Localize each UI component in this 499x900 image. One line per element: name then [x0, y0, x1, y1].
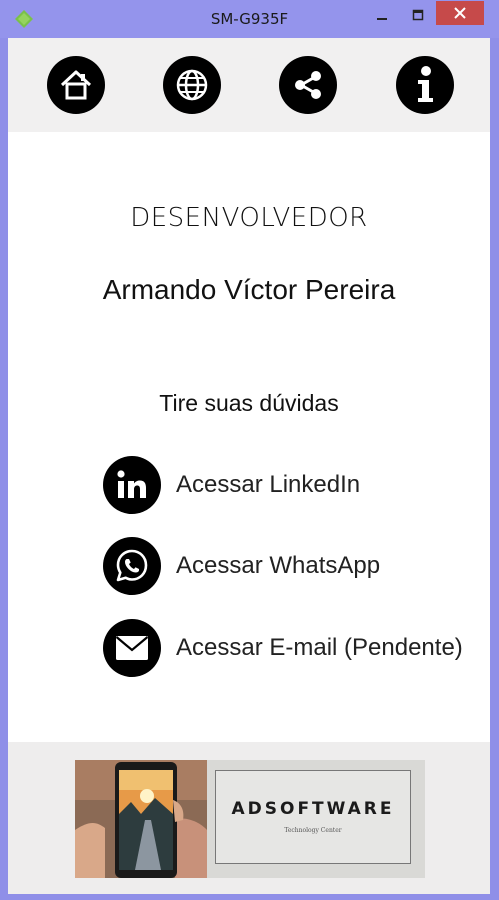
maximize-button[interactable] [402, 4, 434, 26]
close-icon [454, 7, 466, 19]
brand-name: ADSOFTWARE [231, 799, 395, 819]
contact-heading: Tire suas dúvidas [159, 390, 339, 416]
linkedin-icon [117, 470, 146, 498]
share-icon [295, 71, 321, 99]
phone-photo [75, 760, 207, 878]
footer-area: ADSOFTWARE Technology Center [8, 742, 490, 894]
linkedin-icon-badge [103, 456, 161, 514]
top-navigation [8, 38, 490, 132]
adsoftware-banner[interactable]: ADSOFTWARE Technology Center [75, 760, 425, 878]
minimize-button[interactable] [366, 4, 398, 26]
app-window: SM-G935F DESENVOLVEDOR Armando Víctor Pe… [0, 0, 499, 900]
globe-icon [176, 69, 208, 101]
info-button[interactable] [396, 56, 454, 114]
email-link[interactable]: Acessar E-mail (Pendente) [103, 618, 463, 678]
email-icon [115, 636, 149, 660]
close-button[interactable] [436, 1, 484, 25]
home-button[interactable] [47, 56, 105, 114]
email-icon-badge [103, 619, 161, 677]
maximize-icon [412, 9, 424, 21]
whatsapp-icon-badge [103, 537, 161, 595]
hand-holding-phone-image [75, 760, 207, 878]
email-label: Acessar E-mail (Pendente) [176, 634, 463, 661]
device-screen: DESENVOLVEDOR Armando Víctor Pereira Tir… [8, 38, 490, 894]
minimize-icon [377, 18, 387, 20]
title-bar[interactable]: SM-G935F [0, 0, 499, 38]
home-icon [60, 70, 92, 100]
whatsapp-icon [116, 549, 148, 582]
brand-tagline: Technology Center [284, 827, 342, 834]
share-button[interactable] [279, 56, 337, 114]
developer-role: DESENVOLVEDOR [130, 203, 368, 233]
linkedin-label: Acessar LinkedIn [176, 471, 361, 498]
whatsapp-label: Acessar WhatsApp [176, 552, 381, 579]
linkedin-link[interactable]: Acessar LinkedIn [103, 455, 360, 515]
developer-name: Armando Víctor Pereira [102, 274, 396, 305]
brand-panel: ADSOFTWARE Technology Center [215, 770, 411, 864]
info-icon [418, 66, 433, 102]
whatsapp-link[interactable]: Acessar WhatsApp [103, 536, 380, 596]
website-button[interactable] [163, 56, 221, 114]
